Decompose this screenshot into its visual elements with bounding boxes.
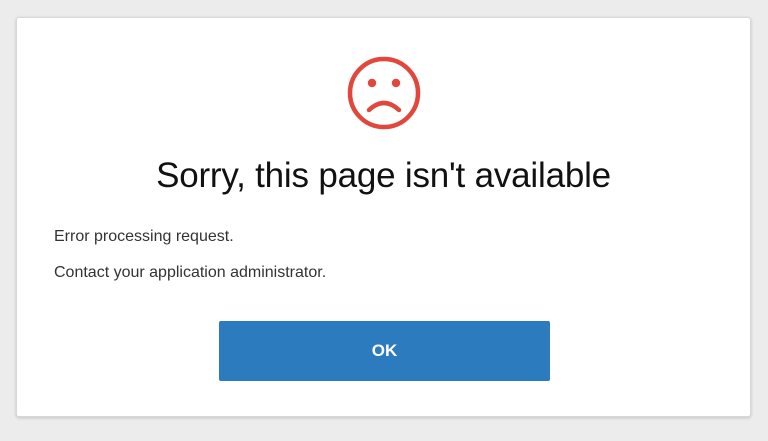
- dialog-title: Sorry, this page isn't available: [156, 156, 611, 195]
- error-message: Error processing request.: [54, 228, 234, 245]
- sad-face-icon: [347, 56, 421, 130]
- contact-message: Contact your application administrator.: [54, 264, 327, 281]
- ok-button[interactable]: OK: [219, 321, 550, 381]
- error-dialog: Sorry, this page isn't available Error p…: [16, 17, 751, 417]
